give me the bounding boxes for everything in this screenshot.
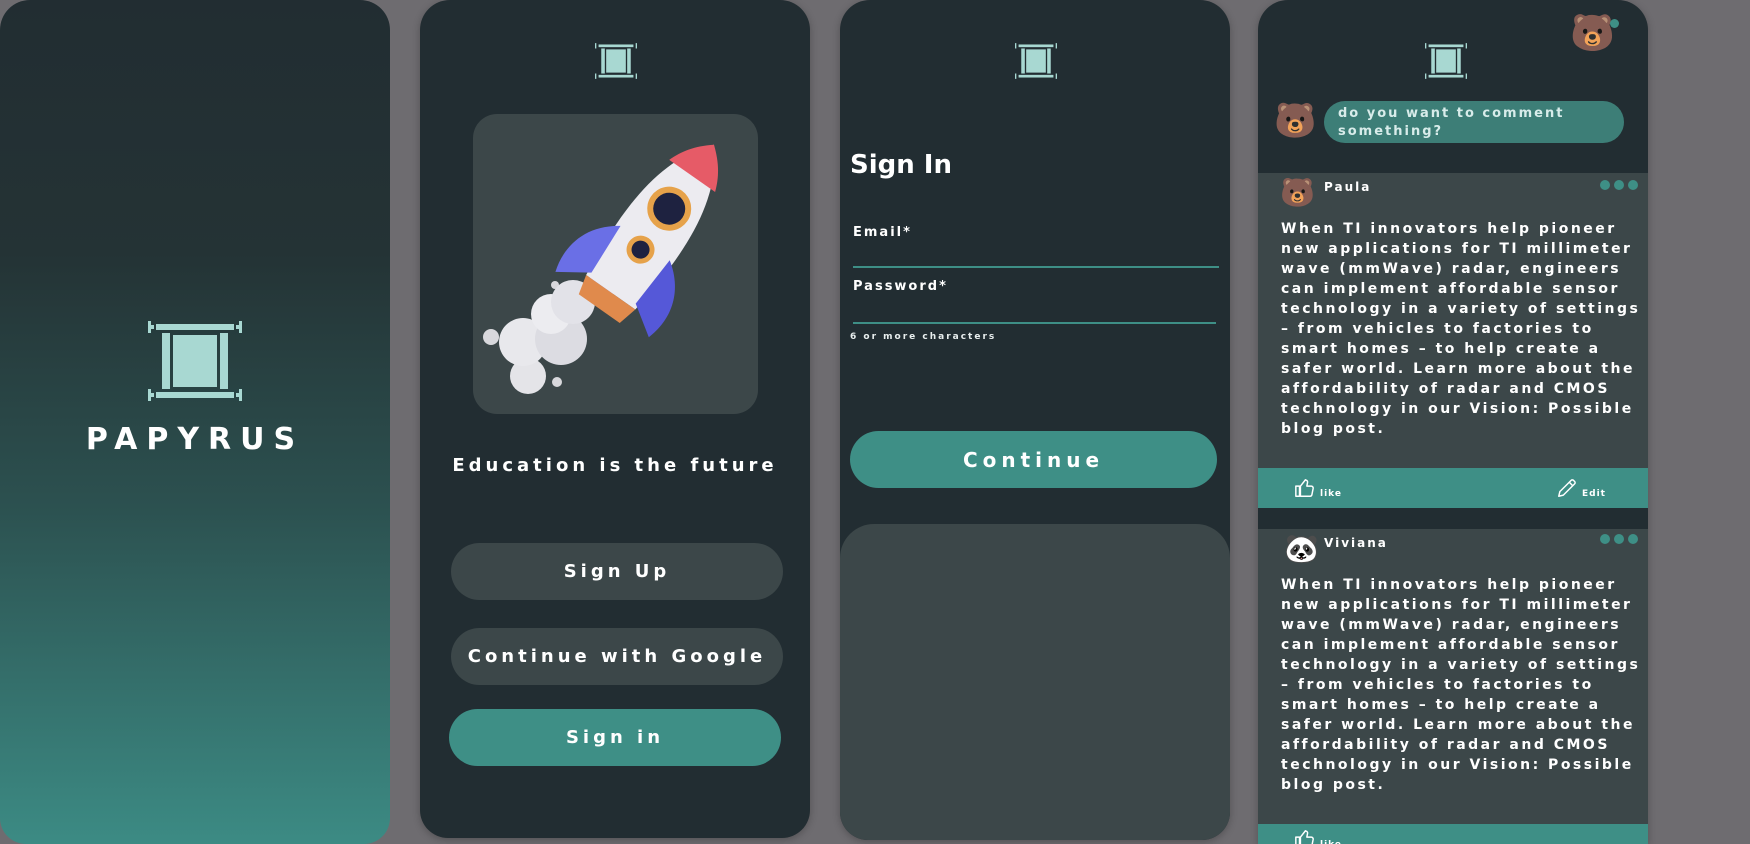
thumbs-up-icon	[1295, 479, 1314, 497]
online-status-dot	[1610, 19, 1619, 28]
post-body: When TI innovators help pioneer new appl…	[1281, 577, 1641, 793]
pencil-icon	[1558, 479, 1576, 497]
like-label: like	[1320, 489, 1343, 499]
post-author: Viviana	[1324, 536, 1388, 550]
bottom-panel	[840, 524, 1230, 840]
post-card: 🐼 Viviana When TI innovators help pionee…	[1258, 529, 1648, 844]
post-avatar: 🐼	[1284, 532, 1319, 565]
papyrus-logo-icon	[1015, 42, 1057, 80]
papyrus-logo-icon	[1425, 42, 1467, 80]
menu-dot	[1614, 180, 1624, 190]
email-label: Email*	[853, 225, 912, 240]
splash-screen: PAPYRUS	[0, 0, 390, 844]
password-helper-text: 6 or more characters	[850, 332, 997, 342]
feed-screen: 🐻 🐻 do you want to comment something? 🐻 …	[1258, 0, 1648, 844]
tagline: Education is the future	[452, 455, 778, 476]
rocket-illustration	[483, 144, 719, 394]
post-avatar: 🐻	[1280, 176, 1315, 209]
brand-name: PAPYRUS	[85, 422, 305, 457]
sign-up-button[interactable]: Sign Up	[451, 543, 783, 600]
like-button[interactable]: like	[1294, 477, 1342, 499]
comment-input[interactable]: do you want to comment something?	[1324, 101, 1624, 143]
like-label: like	[1320, 840, 1342, 844]
commenter-avatar: 🐻	[1274, 101, 1317, 141]
post-card: 🐻 Paula When TI innovators help pioneer …	[1258, 173, 1648, 508]
continue-with-google-button[interactable]: Continue with Google	[451, 628, 783, 685]
edit-button[interactable]: Edit	[1556, 477, 1606, 499]
post-menu-button[interactable]	[1600, 180, 1638, 190]
papyrus-logo-icon	[595, 42, 637, 80]
password-field[interactable]	[853, 322, 1216, 324]
like-button[interactable]: like	[1294, 828, 1342, 844]
post-action-bar: like	[1258, 824, 1648, 844]
thumbs-up-icon	[1295, 830, 1314, 844]
user-avatar[interactable]: 🐻	[1570, 16, 1615, 52]
welcome-screen: Education is the future Sign Up Continue…	[420, 0, 810, 838]
menu-dot	[1600, 534, 1610, 544]
post-action-bar: like Edit	[1258, 468, 1648, 508]
page-title: Sign In	[850, 150, 952, 180]
post-menu-button[interactable]	[1600, 534, 1638, 544]
password-label: Password*	[853, 279, 948, 294]
post-author: Paula	[1324, 180, 1372, 194]
menu-dot	[1614, 534, 1624, 544]
post-body: When TI innovators help pioneer new appl…	[1281, 221, 1641, 437]
papyrus-logo-icon	[148, 321, 242, 401]
hero-card	[473, 114, 758, 414]
sign-in-button[interactable]: Sign in	[449, 709, 781, 766]
menu-dot	[1628, 180, 1638, 190]
menu-dot	[1628, 534, 1638, 544]
email-field[interactable]	[853, 266, 1219, 268]
sign-in-screen: Sign In Email* Password* 6 or more chara…	[840, 0, 1230, 840]
continue-button[interactable]: Continue	[850, 431, 1217, 488]
edit-label: Edit	[1582, 489, 1606, 499]
menu-dot	[1600, 180, 1610, 190]
